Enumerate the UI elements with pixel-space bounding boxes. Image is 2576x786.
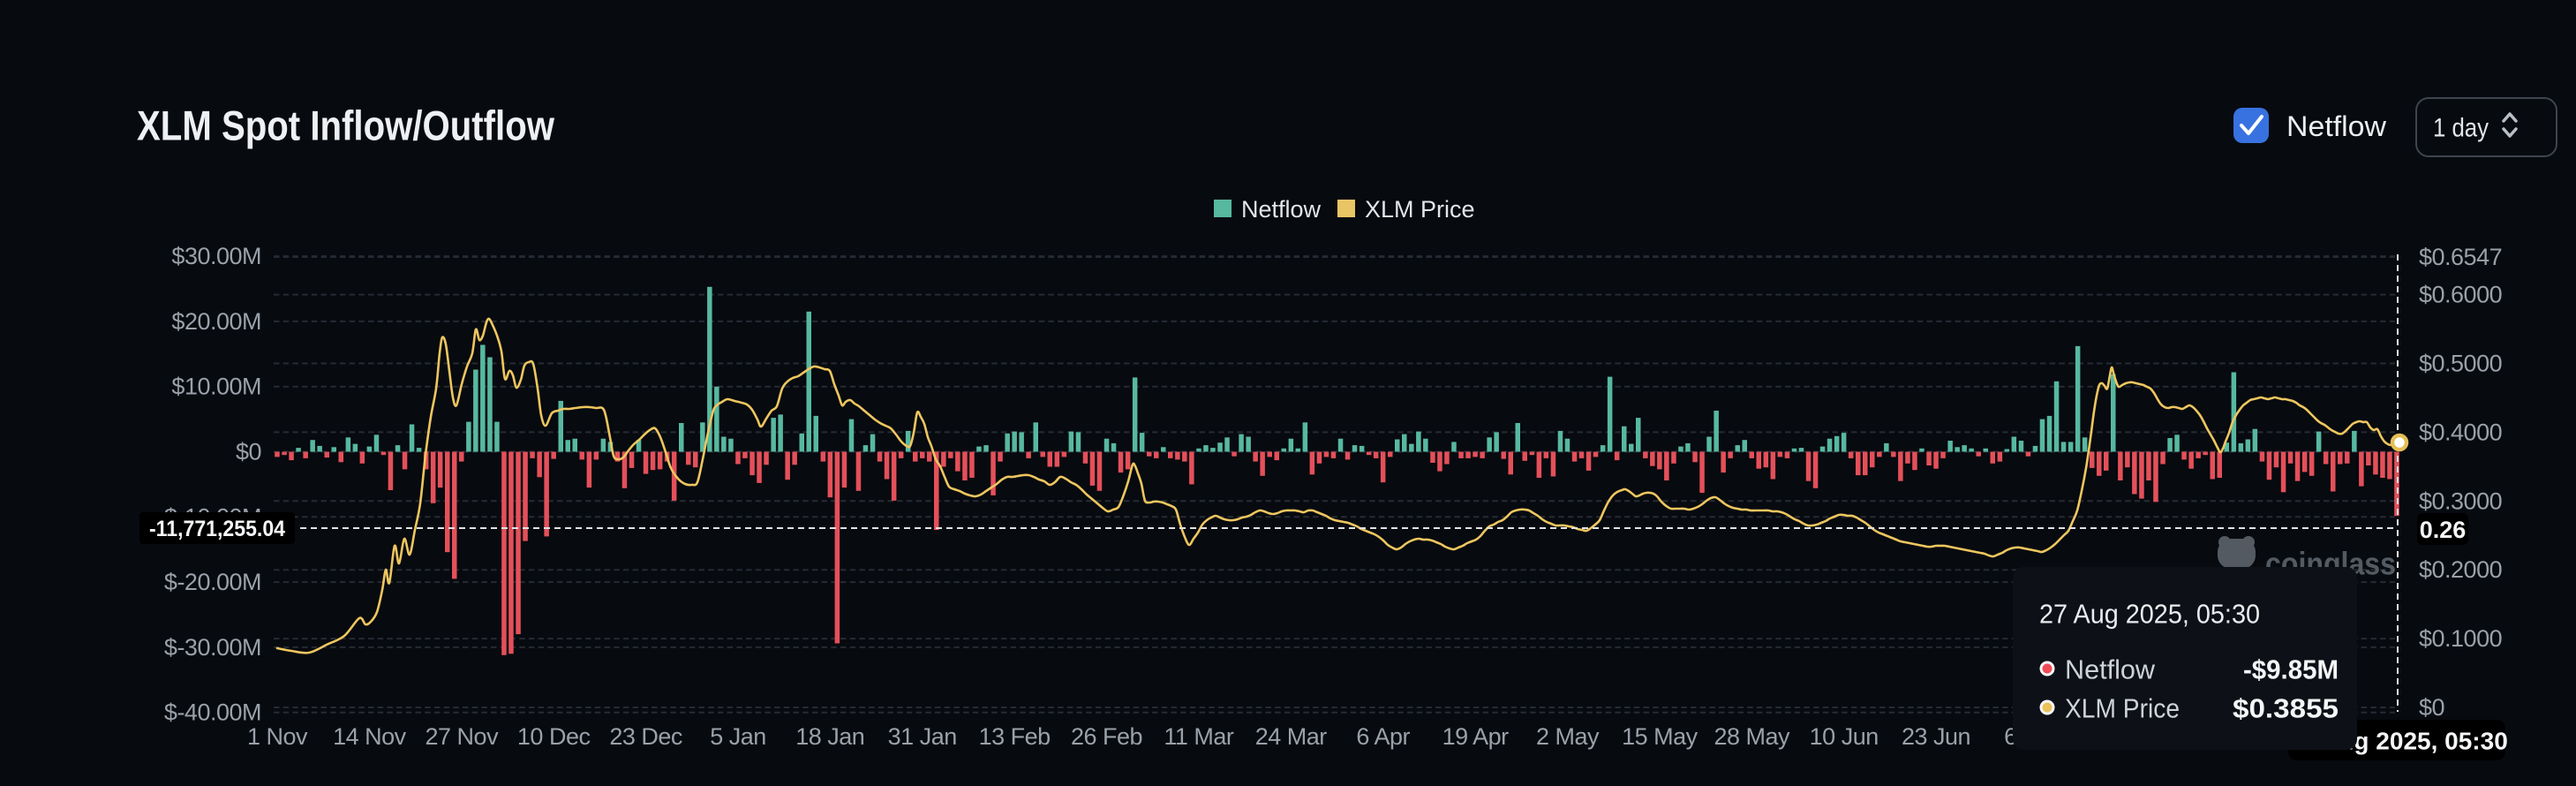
svg-text:14 Nov: 14 Nov — [333, 723, 407, 750]
svg-text:31 Jan: 31 Jan — [888, 723, 957, 750]
svg-text:27 Nov: 27 Nov — [426, 723, 500, 750]
svg-text:11 Mar: 11 Mar — [1164, 723, 1234, 750]
svg-text:Netflow: Netflow — [2286, 110, 2387, 142]
svg-text:10 Jun: 10 Jun — [1810, 723, 1879, 750]
svg-text:$30.00M: $30.00M — [171, 243, 261, 269]
svg-text:$0.2000: $0.2000 — [2419, 556, 2502, 583]
svg-text:5 Jan: 5 Jan — [710, 723, 766, 750]
svg-text:15 May: 15 May — [1622, 723, 1699, 750]
svg-text:$-20.00M: $-20.00M — [164, 569, 261, 595]
svg-text:10 Dec: 10 Dec — [517, 723, 591, 750]
svg-text:XLM Spot Inflow/Outflow: XLM Spot Inflow/Outflow — [137, 102, 554, 149]
svg-text:$-40.00M: $-40.00M — [164, 699, 261, 726]
svg-text:$0.6547: $0.6547 — [2419, 244, 2502, 270]
svg-text:Netflow: Netflow — [1241, 196, 1322, 223]
svg-text:1 day: 1 day — [2433, 114, 2489, 143]
svg-text:$0.6000: $0.6000 — [2419, 282, 2502, 308]
svg-text:19 Apr: 19 Apr — [1442, 723, 1510, 750]
svg-text:28 May: 28 May — [1714, 723, 1791, 750]
svg-text:$0.5000: $0.5000 — [2419, 351, 2502, 377]
svg-text:XLM Price: XLM Price — [2065, 693, 2180, 724]
svg-text:-$9.85M: -$9.85M — [2243, 654, 2339, 685]
svg-text:$0.3855: $0.3855 — [2233, 693, 2339, 724]
svg-text:24 Mar: 24 Mar — [1255, 723, 1328, 750]
svg-text:$0: $0 — [2419, 694, 2444, 721]
svg-text:23 Jun: 23 Jun — [1902, 723, 1970, 750]
svg-text:$0.3000: $0.3000 — [2419, 487, 2502, 514]
svg-text:23 Dec: 23 Dec — [609, 723, 682, 750]
svg-text:27 Aug 2025, 05:30: 27 Aug 2025, 05:30 — [2039, 599, 2260, 630]
svg-text:$0.4000: $0.4000 — [2419, 419, 2502, 445]
svg-text:$0: $0 — [236, 439, 261, 465]
svg-text:Netflow: Netflow — [2065, 654, 2156, 685]
svg-text:26 Feb: 26 Feb — [1071, 723, 1142, 750]
svg-text:$20.00M: $20.00M — [171, 308, 261, 335]
svg-text:$0.1000: $0.1000 — [2419, 625, 2502, 652]
svg-text:0.26: 0.26 — [2420, 517, 2467, 543]
svg-text:XLM Price: XLM Price — [1365, 196, 1475, 223]
svg-text:13 Feb: 13 Feb — [979, 723, 1051, 750]
svg-text:18 Jan: 18 Jan — [795, 723, 864, 750]
svg-text:$10.00M: $10.00M — [171, 374, 261, 400]
svg-text:-11,771,255.04: -11,771,255.04 — [149, 517, 285, 541]
svg-text:6 Apr: 6 Apr — [1356, 723, 1410, 750]
svg-text:2 May: 2 May — [1536, 723, 1600, 750]
svg-text:$-30.00M: $-30.00M — [164, 634, 261, 661]
svg-text:1 Nov: 1 Nov — [247, 723, 308, 750]
